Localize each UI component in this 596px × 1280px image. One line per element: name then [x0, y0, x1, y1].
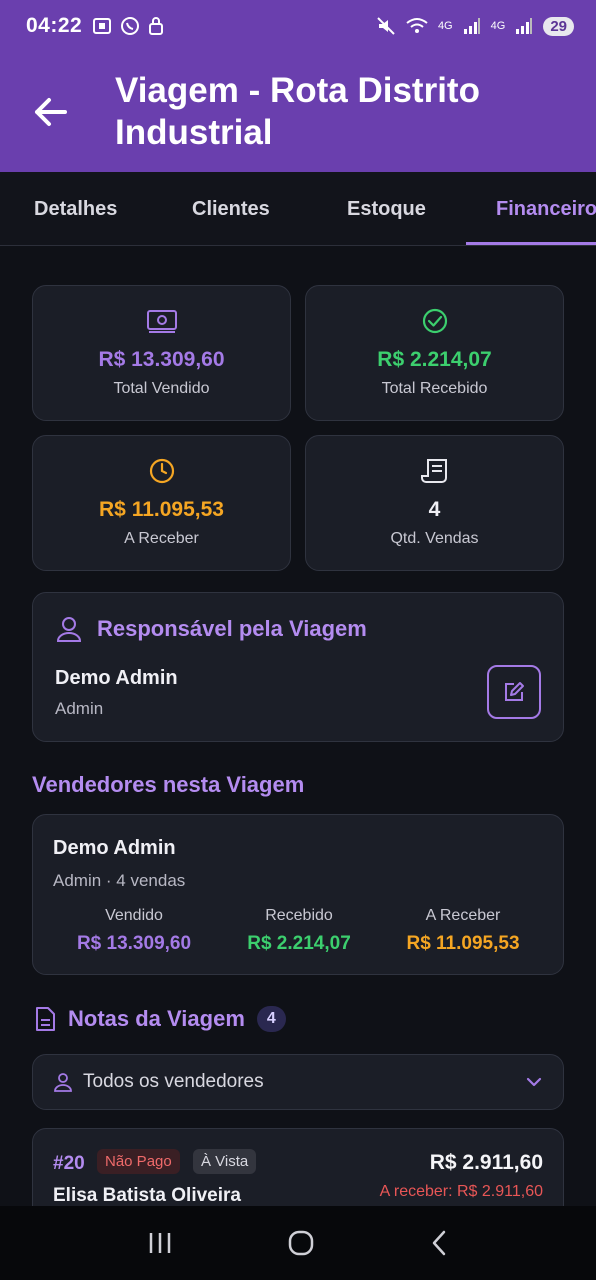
stat-a-receber: R$ 11.095,53 A Receber — [32, 435, 291, 571]
column-label: Vendido — [105, 907, 163, 924]
nota-due: A receber: R$ 2.911,60 — [379, 1183, 543, 1200]
edit-icon — [505, 682, 524, 701]
signal-icon-2 — [516, 18, 533, 34]
user-icon — [56, 617, 82, 642]
stat-label: Total Vendido — [113, 380, 210, 397]
section-title: Responsável pela Viagem — [97, 616, 367, 641]
clock-icon — [149, 458, 174, 484]
home-icon[interactable] — [287, 1229, 315, 1257]
document-icon — [36, 1007, 55, 1031]
screenshot-icon — [93, 18, 112, 34]
tab-financeiro[interactable]: Financeiro — [496, 172, 596, 245]
network-label-2: 4G — [490, 20, 506, 32]
vendedor-filter-select[interactable]: Todos os vendedores — [32, 1054, 564, 1110]
filter-value: Todos os vendedores — [83, 1071, 264, 1092]
back-nav-icon[interactable] — [429, 1229, 449, 1257]
column-value: R$ 11.095,53 — [406, 933, 520, 954]
check-circle-icon — [422, 308, 447, 334]
vendedor-vendido: Vendido R$ 13.309,60 — [49, 907, 219, 955]
tab-estoque[interactable]: Estoque — [347, 172, 426, 245]
stat-value: R$ 11.095,53 — [99, 498, 224, 521]
payment-badge: À Vista — [193, 1149, 257, 1174]
wifi-icon — [406, 18, 428, 33]
stat-value: R$ 2.214,07 — [377, 348, 492, 371]
vendedor-card[interactable]: Demo Admin Admin · 4 vendas Vendido R$ 1… — [32, 814, 564, 975]
chevron-down-icon — [526, 1077, 542, 1087]
stat-label: Total Recebido — [381, 380, 488, 397]
recent-apps-icon[interactable] — [147, 1231, 173, 1255]
network-label-1: 4G — [437, 20, 453, 32]
back-button[interactable] — [20, 82, 80, 142]
receipt-icon — [420, 459, 447, 483]
stat-qtd-vendas: 4 Qtd. Vendas — [305, 435, 564, 571]
lock-icon — [149, 17, 164, 35]
signal-icon — [463, 18, 480, 34]
nota-client: Elisa Batista Oliveira — [53, 1185, 241, 1206]
arrow-left-icon — [35, 98, 67, 126]
edit-responsavel-button[interactable] — [487, 665, 541, 719]
vendedor-subtitle: Admin · 4 vendas — [53, 871, 186, 890]
column-label: A Receber — [425, 907, 501, 924]
notas-header: Notas da Viagem 4 — [34, 1006, 286, 1032]
tab-bar: Detalhes Clientes Estoque Financeiro — [0, 172, 596, 246]
app-bar: Viagem - Rota Distrito Industrial — [0, 52, 596, 172]
column-value: R$ 13.309,60 — [76, 933, 192, 954]
notas-count-badge: 4 — [256, 1006, 286, 1032]
responsavel-card: Responsável pela Viagem Demo Admin Admin — [32, 592, 564, 742]
status-time: 04:22 — [26, 14, 83, 37]
tab-indicator — [466, 242, 596, 245]
responsavel-role: Admin — [55, 699, 104, 718]
page-title: Viagem - Rota Distrito Industrial — [115, 71, 480, 152]
vendedor-recebido: Recebido R$ 2.214,07 — [214, 907, 384, 955]
system-nav-bar — [0, 1206, 596, 1280]
nota-total: R$ 2.911,60 — [429, 1151, 543, 1174]
user-icon — [54, 1073, 72, 1092]
stat-label: A Receber — [124, 530, 199, 547]
stat-value: R$ 13.309,60 — [98, 348, 225, 371]
vendedores-title: Vendedores nesta Viagem — [32, 772, 305, 797]
vendedor-receber: A Receber R$ 11.095,53 — [378, 907, 548, 955]
tab-detalhes[interactable]: Detalhes — [34, 172, 117, 245]
section-title: Notas da Viagem — [68, 1006, 245, 1031]
column-value: R$ 2.214,07 — [247, 933, 351, 954]
stat-total-recebido: R$ 2.214,07 Total Recebido — [305, 285, 564, 421]
stat-label: Qtd. Vendas — [390, 530, 479, 547]
nota-id: #20 — [53, 1153, 85, 1174]
money-icon — [146, 310, 177, 333]
stat-total-vendido: R$ 13.309,60 Total Vendido — [32, 285, 291, 421]
tab-clientes[interactable]: Clientes — [192, 172, 270, 245]
battery-indicator: 29 — [543, 16, 574, 36]
mute-icon — [377, 17, 395, 35]
status-badge: Não Pago — [97, 1149, 180, 1174]
responsavel-name: Demo Admin — [55, 667, 178, 689]
column-label: Recebido — [265, 907, 333, 924]
vendedor-name: Demo Admin — [53, 837, 176, 859]
status-bar: 04:22 4G 4G 29 — [0, 0, 596, 52]
stat-value: 4 — [428, 498, 441, 521]
whatsapp-icon — [121, 17, 140, 35]
